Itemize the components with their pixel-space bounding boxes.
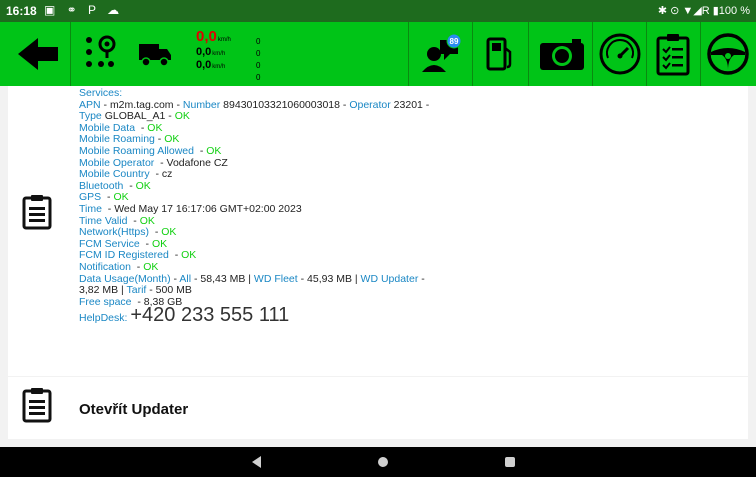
mobile-roaming-status: OK: [164, 133, 180, 146]
back-button[interactable]: [10, 26, 66, 82]
fuel-pump-icon: [486, 37, 512, 71]
checklist-icon: [656, 34, 690, 76]
speed-readout: 0,0km/h 0,0km/h 0,0km/h: [196, 28, 231, 71]
driver-message-icon: 89: [422, 33, 462, 72]
time-valid-status: OK: [139, 214, 155, 227]
steering-wheel-button[interactable]: [704, 26, 752, 82]
vehicle-button[interactable]: [130, 26, 180, 82]
counter-readouts: 0 0 0 0: [256, 37, 261, 82]
android-nav-bar: [0, 447, 756, 477]
time-value: Wed May 17 16:17:06 GMT+02:00 2023: [114, 202, 302, 215]
route-button[interactable]: [76, 26, 122, 82]
services-details: Services: APN - m2m.tag.com - Number 894…: [79, 87, 430, 327]
sim-type: GLOBAL_A1: [104, 110, 166, 123]
services-heading: Services:: [79, 87, 123, 99]
notification-status: OK: [143, 260, 159, 273]
mobile-data-status: OK: [147, 121, 163, 134]
data-usage-wd-updater: 3,82 MB: [79, 284, 119, 297]
status-system-icons: ✱ ⊙ ▼◢R ▮100 %: [657, 5, 750, 17]
tachograph-button[interactable]: [596, 26, 644, 82]
mobile-operator-value: Vodafone CZ: [166, 156, 228, 169]
helpdesk-phone[interactable]: +420 233 555 111: [130, 304, 289, 326]
data-usage-wd-fleet: 45,93 MB: [307, 272, 352, 285]
services-info-card: Services: APN - m2m.tag.com - Number 894…: [8, 86, 748, 376]
clipboard-icon: [22, 194, 52, 235]
nav-back-icon[interactable]: [252, 456, 261, 468]
roaming-allowed-status: OK: [206, 144, 222, 157]
data-usage-all: 58,43 MB: [200, 272, 246, 285]
status-bar: 16:18 ▣ ⚭ P ☁ ✱ ⊙ ▼◢R ▮100 %: [0, 0, 756, 22]
status-notification-icons: ▣ ⚭ P ☁: [44, 3, 124, 17]
network-status: OK: [161, 226, 177, 239]
nav-recent-apps-icon[interactable]: [505, 457, 515, 467]
speed-average: 0,0: [196, 46, 212, 58]
speed-max: 0,0: [196, 59, 212, 71]
steering-wheel-icon: [707, 33, 749, 75]
gps-status: OK: [113, 191, 129, 204]
fcm-id-status: OK: [181, 249, 197, 262]
camera-icon: [540, 39, 584, 70]
sim-number: 89430103321060003018: [223, 98, 340, 111]
checklist-button[interactable]: [650, 26, 696, 82]
operator-code: 23201: [393, 98, 423, 111]
messages-button[interactable]: 89: [416, 26, 468, 82]
mobile-country-value: cz: [161, 168, 173, 181]
top-toolbar: 0,0km/h 0,0km/h 0,0km/h 0 0 0 0 89: [0, 22, 756, 86]
route-icon: [86, 35, 116, 67]
clipboard-icon: [22, 387, 52, 428]
status-time: 16:18: [6, 4, 37, 18]
speedometer-icon: [599, 33, 641, 75]
truck-icon: [139, 44, 171, 67]
tarif-value: 500 MB: [155, 284, 192, 297]
fcm-service-status: OK: [151, 237, 168, 250]
fuel-button[interactable]: [478, 26, 522, 82]
apn-value: m2m.tag.com: [109, 98, 174, 111]
bluetooth-status: OK: [135, 179, 151, 192]
arrow-left-icon: [18, 38, 58, 70]
nav-home-icon[interactable]: [378, 457, 388, 467]
helpdesk-label: HelpDesk:: [79, 312, 128, 325]
open-updater-item[interactable]: Otevřít Updater: [8, 377, 748, 439]
message-badge: 89: [450, 37, 459, 46]
speed-value: 0,0: [196, 28, 217, 45]
camera-button[interactable]: [534, 26, 590, 82]
open-updater-label: Otevřít Updater: [79, 401, 189, 418]
